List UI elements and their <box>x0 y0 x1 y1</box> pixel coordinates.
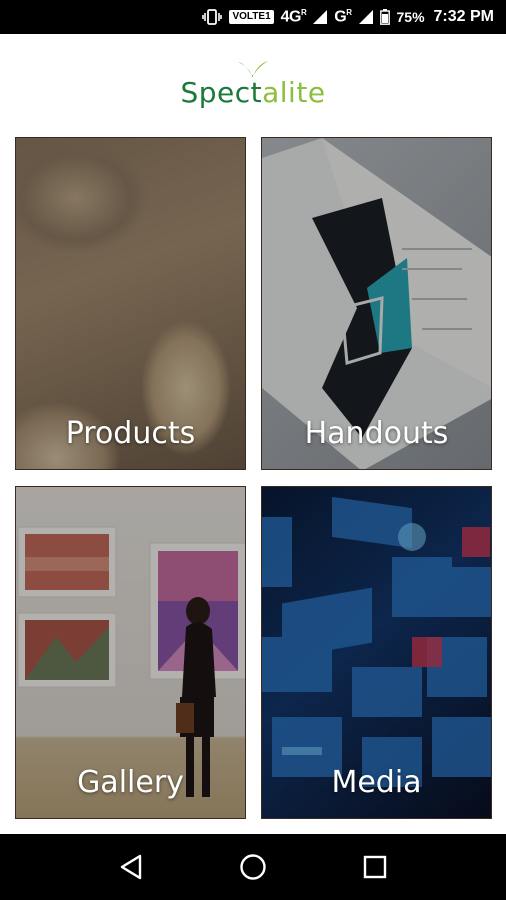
back-icon[interactable] <box>111 847 151 887</box>
battery-percent: 75% <box>396 9 425 25</box>
tile-media[interactable]: Media <box>261 486 492 819</box>
volte-badge: VOLTE1 <box>229 10 274 24</box>
signal-icon <box>358 10 373 24</box>
clock: 7:32 PM <box>433 8 494 25</box>
tile-label: Products <box>65 416 196 451</box>
tile-label: Handouts <box>304 416 449 451</box>
app-header: Spectalite <box>0 34 506 134</box>
battery-icon <box>379 9 390 25</box>
tile-label: Gallery <box>77 765 184 800</box>
tile-label: Media <box>331 765 422 800</box>
tile-handouts[interactable]: Handouts <box>261 137 492 470</box>
signal-icon <box>313 10 328 24</box>
logo-text: Spectalite <box>180 75 326 109</box>
tile-products[interactable]: Products <box>15 137 246 470</box>
status-bar: VOLTE1 4GR GR 75% 7:32 PM <box>0 0 506 34</box>
home-icon[interactable] <box>233 847 273 887</box>
spectalite-logo: Spectalite <box>180 60 325 109</box>
recents-icon[interactable] <box>355 847 395 887</box>
vibrate-icon <box>202 9 223 25</box>
network-type-4g: 4GR <box>280 7 307 26</box>
system-nav-bar <box>0 834 506 900</box>
tile-gallery[interactable]: Gallery <box>15 486 246 819</box>
network-type-g: GR <box>334 7 352 26</box>
